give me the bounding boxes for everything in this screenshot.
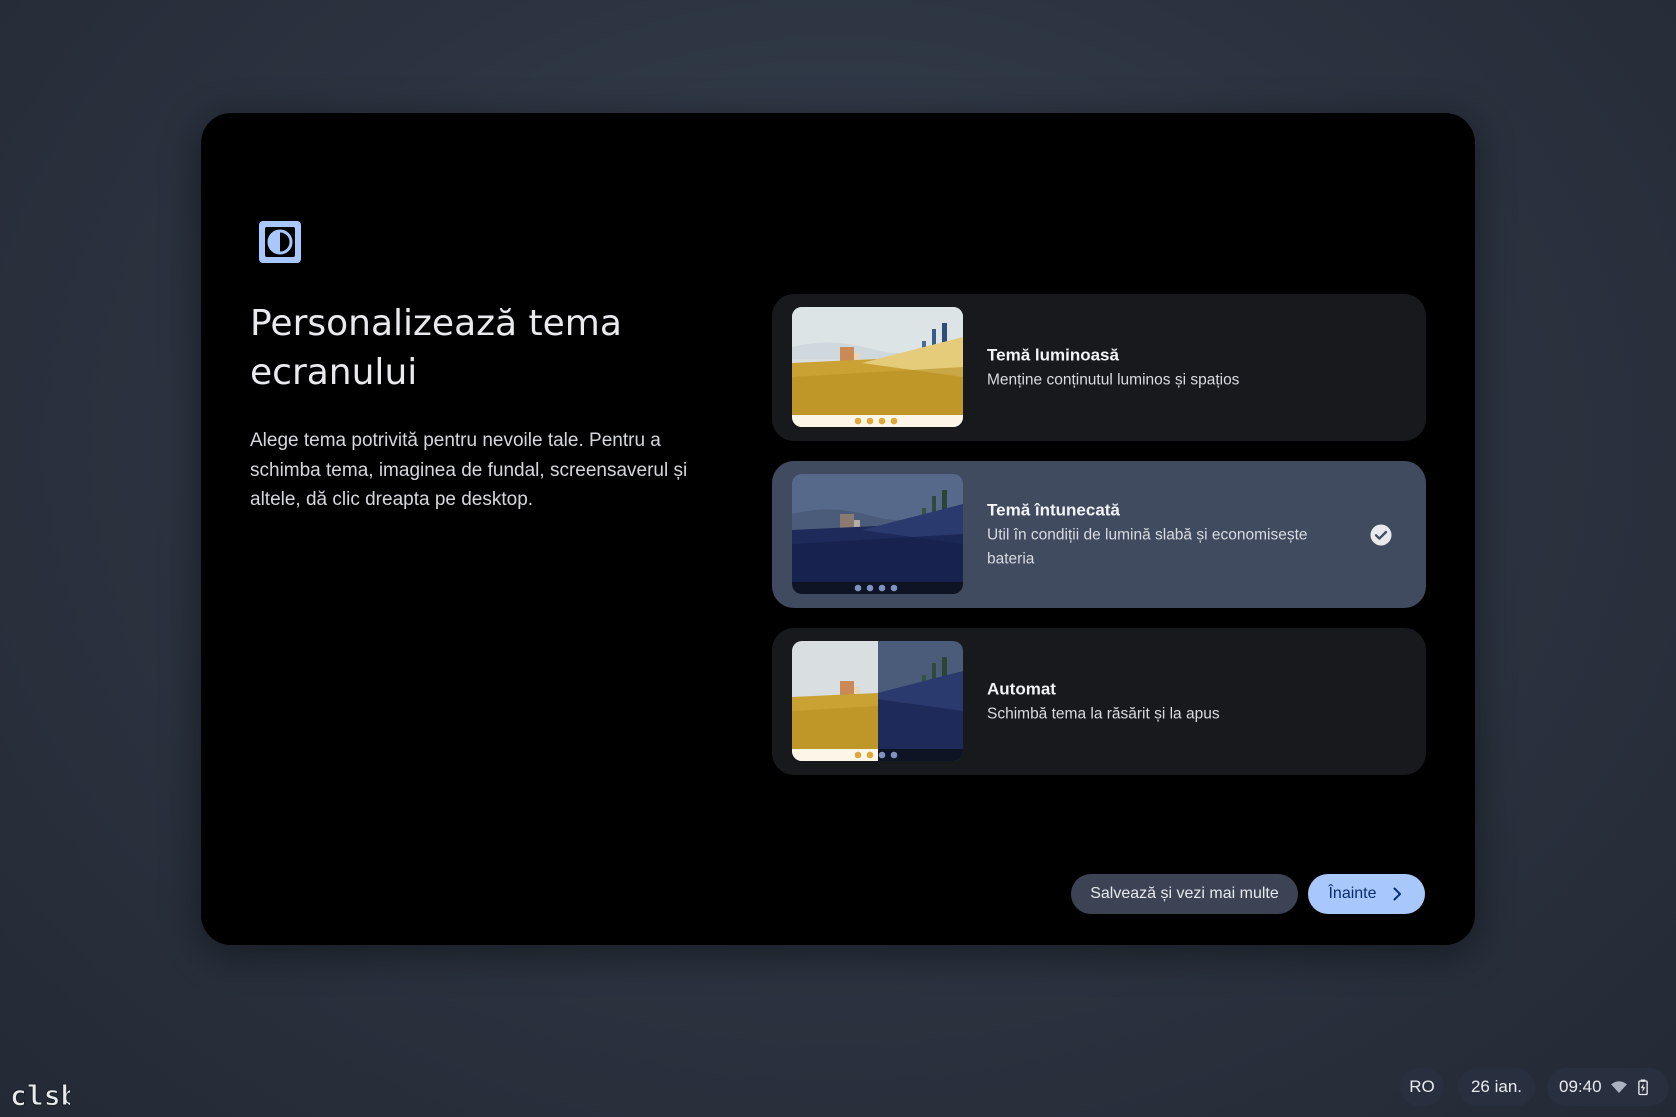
theme-options: Temă luminoasă Menține conținutul lumino… (772, 294, 1426, 795)
option-subtitle: Schimbă tema la răsărit și la apus (987, 705, 1220, 722)
option-title: Temă luminoasă (987, 345, 1119, 364)
svg-text:clsb: clsb (10, 1079, 70, 1109)
next-button[interactable]: Înainte (1308, 874, 1425, 914)
theme-dialog: Personalizează tema ecranului Alege tema… (201, 113, 1475, 945)
option-auto-theme[interactable]: Automat Schimbă tema la răsărit și la ap… (772, 628, 1426, 775)
option-title: Temă întunecată (987, 500, 1120, 519)
save-and-see-more-button[interactable]: Salvează și vezi mai multe (1071, 874, 1298, 914)
language-label: RO (1409, 1077, 1435, 1096)
option-light-theme[interactable]: Temă luminoasă Menține conținutul lumino… (772, 294, 1426, 441)
status-tray[interactable]: 09:40 (1547, 1068, 1669, 1106)
clsb-logo: clsb (10, 1079, 70, 1109)
date-tray[interactable]: 26 ian. (1458, 1068, 1535, 1106)
option-subtitle: Menține conținutul luminos și spațios (987, 371, 1240, 388)
theme-contrast-icon (259, 221, 301, 263)
chevron-right-icon (1393, 887, 1401, 901)
auto-theme-thumbnail (792, 641, 963, 761)
battery-icon (1637, 1079, 1648, 1096)
option-subtitle: Util în condiții de lumină slabă și econ… (987, 526, 1308, 567)
dark-theme-thumbnail (792, 474, 963, 594)
time-label: 09:40 (1559, 1077, 1602, 1096)
option-title: Automat (987, 679, 1056, 698)
save-and-see-more-label: Salvează și vezi mai multe (1090, 885, 1279, 902)
light-theme-thumbnail (792, 307, 963, 427)
check-circle-icon (1370, 524, 1392, 545)
page-description: Alege tema potrivită pentru nevoile tale… (250, 430, 688, 510)
page-title: Personalizează tema ecranului (250, 303, 622, 393)
date-label: 26 ian. (1470, 1077, 1523, 1096)
wifi-icon (1610, 1081, 1627, 1093)
next-button-label: Înainte (1328, 885, 1377, 902)
option-dark-theme[interactable]: Temă întunecată Util în condiții de lumi… (772, 461, 1426, 608)
input-method-indicator[interactable]: RO (1400, 1068, 1444, 1106)
